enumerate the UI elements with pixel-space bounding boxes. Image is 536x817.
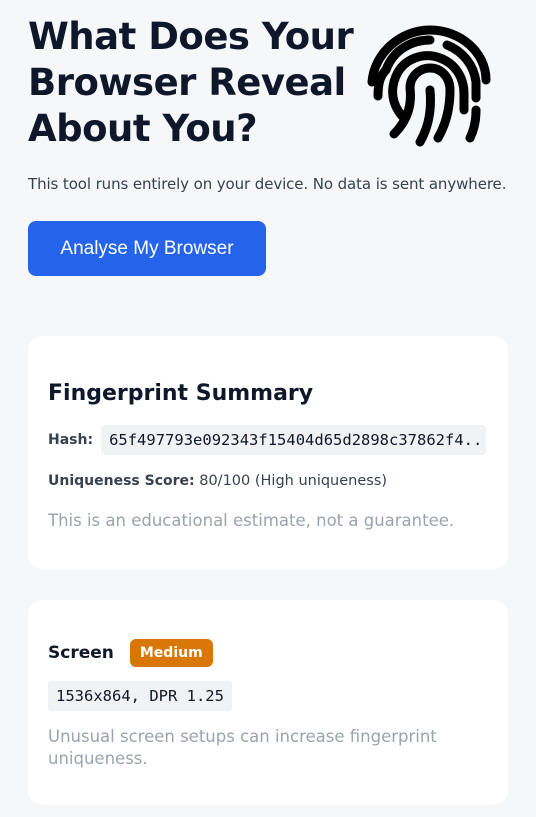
score-label: Uniqueness Score:	[48, 473, 195, 489]
screen-note: Unusual screen setups can increase finge…	[48, 727, 437, 768]
summary-disclaimer: This is an educational estimate, not a g…	[48, 511, 455, 530]
screen-card: Screen Medium 1536x864, DPR 1.25 Unusual…	[28, 600, 508, 805]
summary-title: Fingerprint Summary	[48, 381, 314, 406]
hero-section: What Does Your Browser Reveal About You?…	[28, 0, 508, 276]
screen-title: Screen	[48, 643, 114, 663]
fingerprint-icon	[367, 25, 491, 147]
screen-header: Screen Medium	[48, 639, 213, 667]
risk-badge: Medium	[129, 639, 213, 667]
analyse-browser-button[interactable]: Analyse My Browser	[28, 221, 266, 276]
hash-label: Hash:	[48, 432, 94, 448]
hash-value: 65f497793e092343f15404d65d2898c37862f4..…	[101, 425, 487, 455]
score-value: 80/100 (High uniqueness)	[194, 473, 388, 489]
page: What Does Your Browser Reveal About You?…	[0, 0, 536, 817]
page-title: What Does Your Browser Reveal About You?	[28, 15, 354, 150]
hash-row: Hash: 65f497793e092343f15404d65d2898c378…	[48, 425, 487, 455]
screen-value: 1536x864, DPR 1.25	[48, 681, 232, 711]
fingerprint-summary-card: Fingerprint Summary Hash: 65f497793e0923…	[28, 336, 508, 569]
privacy-subtitle: This tool runs entirely on your device. …	[28, 175, 507, 193]
uniqueness-score-row: Uniqueness Score: 80/100 (High uniquenes…	[48, 471, 387, 491]
